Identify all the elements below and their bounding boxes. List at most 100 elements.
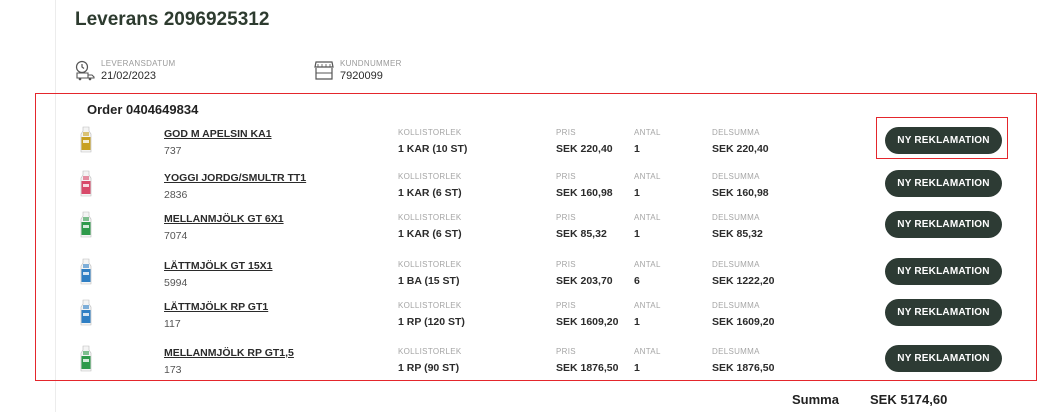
subtotal: DELSUMMA SEK 1609,20	[712, 301, 774, 328]
package-size: KOLLISTORLEK 1 RP (90 ST)	[398, 347, 461, 374]
product-number: 173	[164, 364, 182, 376]
package-size-label: KOLLISTORLEK	[398, 128, 462, 137]
product-number: 2836	[164, 189, 188, 201]
juice-bottle-icon	[80, 126, 92, 153]
quantity: ANTAL 1	[634, 213, 661, 240]
price-label: PRIS	[556, 301, 576, 310]
package-size-value: 1 KAR (10 ST)	[398, 143, 468, 155]
price-value: SEK 85,32	[556, 228, 607, 240]
package-size-label: KOLLISTORLEK	[398, 260, 462, 269]
new-complaint-button[interactable]: NY REKLAMATION	[885, 299, 1002, 326]
package-size: KOLLISTORLEK 1 KAR (6 ST)	[398, 172, 462, 199]
milk-carton-icon	[80, 299, 92, 326]
customer-number: KUNDNUMMER 7920099	[314, 59, 402, 82]
price-value: SEK 1876,50	[556, 362, 619, 374]
subtotal: DELSUMMA SEK 85,32	[712, 213, 763, 240]
milk-carton-icon	[80, 345, 92, 372]
quantity-value: 1	[634, 316, 640, 328]
package-size-value: 1 KAR (6 ST)	[398, 228, 462, 240]
package-size: KOLLISTORLEK 1 RP (120 ST)	[398, 301, 465, 328]
quantity-value: 1	[634, 362, 640, 374]
subtotal: DELSUMMA SEK 1876,50	[712, 347, 774, 374]
product-name-link[interactable]: YOGGI JORDG/SMULTR TT1	[164, 172, 306, 184]
product-name-link[interactable]: GOD M APELSIN KA1	[164, 128, 272, 140]
customer-number-value: 7920099	[340, 70, 383, 82]
price-value: SEK 1609,20	[556, 316, 619, 328]
price-value: SEK 160,98	[556, 187, 613, 199]
subtotal-label: DELSUMMA	[712, 128, 760, 137]
order-item-row: LÄTTMJÖLK GT 15X1 5994 KOLLISTORLEK 1 BA…	[0, 258, 1062, 298]
yoghurt-carton-icon	[80, 170, 92, 197]
package-size: KOLLISTORLEK 1 KAR (6 ST)	[398, 213, 462, 240]
quantity-value: 1	[634, 187, 640, 199]
delivery-truck-clock-icon	[75, 60, 95, 81]
package-size-label: KOLLISTORLEK	[398, 172, 462, 181]
price-label: PRIS	[556, 347, 576, 356]
subtotal-value: SEK 1609,20	[712, 316, 775, 328]
subtotal-label: DELSUMMA	[712, 213, 760, 222]
price: PRIS SEK 85,32	[556, 213, 607, 240]
new-complaint-button[interactable]: NY REKLAMATION	[885, 258, 1002, 285]
quantity: ANTAL 6	[634, 260, 661, 287]
subtotal-value: SEK 85,32	[712, 228, 763, 240]
price-label: PRIS	[556, 213, 576, 222]
quantity-value: 1	[634, 228, 640, 240]
subtotal-value: SEK 160,98	[712, 187, 769, 199]
milk-carton-icon	[80, 258, 92, 285]
subtotal-value: SEK 220,40	[712, 143, 769, 155]
product-name-link[interactable]: MELLANMJÖLK RP GT1,5	[164, 347, 294, 359]
product-name-link[interactable]: LÄTTMJÖLK RP GT1	[164, 301, 268, 313]
subtotal: DELSUMMA SEK 160,98	[712, 172, 769, 199]
subtotal-label: DELSUMMA	[712, 347, 760, 356]
subtotal-label: DELSUMMA	[712, 260, 760, 269]
price-label: PRIS	[556, 260, 576, 269]
price: PRIS SEK 160,98	[556, 172, 613, 199]
price: PRIS SEK 1609,20	[556, 301, 618, 328]
delivery-date: LEVERANSDATUM 21/02/2023	[75, 59, 175, 82]
delivery-title: Leverans 2096925312	[75, 9, 270, 30]
price-value: SEK 220,40	[556, 143, 613, 155]
quantity-label: ANTAL	[634, 213, 661, 222]
package-size-label: KOLLISTORLEK	[398, 347, 462, 356]
package-size: KOLLISTORLEK 1 BA (15 ST)	[398, 260, 461, 287]
product-number: 117	[164, 318, 181, 330]
subtotal: DELSUMMA SEK 1222,20	[712, 260, 774, 287]
delivery-date-value: 21/02/2023	[101, 70, 157, 82]
package-size-value: 1 KAR (6 ST)	[398, 187, 462, 199]
total-value: SEK 5174,60	[870, 392, 948, 407]
quantity-label: ANTAL	[634, 260, 661, 269]
quantity-label: ANTAL	[634, 128, 661, 137]
package-size: KOLLISTORLEK 1 KAR (10 ST)	[398, 128, 467, 155]
quantity-label: ANTAL	[634, 172, 661, 181]
order-item-row: GOD M APELSIN KA1 737 KOLLISTORLEK 1 KAR…	[0, 126, 1062, 166]
quantity-value: 6	[634, 275, 640, 287]
package-size-value: 1 RP (90 ST)	[398, 362, 460, 374]
product-number: 737	[164, 145, 182, 157]
new-complaint-button[interactable]: NY REKLAMATION	[885, 127, 1002, 154]
quantity-value: 1	[634, 143, 640, 155]
order-item-row: MELLANMJÖLK GT 6X1 7074 KOLLISTORLEK 1 K…	[0, 211, 1062, 251]
subtotal-label: DELSUMMA	[712, 172, 760, 181]
quantity-label: ANTAL	[634, 301, 661, 310]
price-label: PRIS	[556, 172, 576, 181]
price: PRIS SEK 220,40	[556, 128, 613, 155]
new-complaint-button[interactable]: NY REKLAMATION	[885, 170, 1002, 197]
quantity: ANTAL 1	[634, 301, 661, 328]
milk-carton-icon	[80, 211, 92, 238]
price-label: PRIS	[556, 128, 576, 137]
delivery-date-label: LEVERANSDATUM	[101, 59, 176, 68]
product-name-link[interactable]: LÄTTMJÖLK GT 15X1	[164, 260, 273, 272]
customer-number-label: KUNDNUMMER	[340, 59, 402, 68]
price: PRIS SEK 203,70	[556, 260, 613, 287]
price: PRIS SEK 1876,50	[556, 347, 618, 374]
new-complaint-button[interactable]: NY REKLAMATION	[885, 211, 1002, 238]
package-size-value: 1 RP (120 ST)	[398, 316, 465, 328]
store-icon	[314, 61, 334, 80]
product-number: 7074	[164, 230, 188, 242]
order-item-row: LÄTTMJÖLK RP GT1 117 KOLLISTORLEK 1 RP (…	[0, 299, 1062, 339]
product-number: 5994	[164, 277, 188, 289]
product-name-link[interactable]: MELLANMJÖLK GT 6X1	[164, 213, 284, 225]
quantity: ANTAL 1	[634, 172, 661, 199]
new-complaint-button[interactable]: NY REKLAMATION	[885, 345, 1002, 372]
quantity: ANTAL 1	[634, 347, 661, 374]
